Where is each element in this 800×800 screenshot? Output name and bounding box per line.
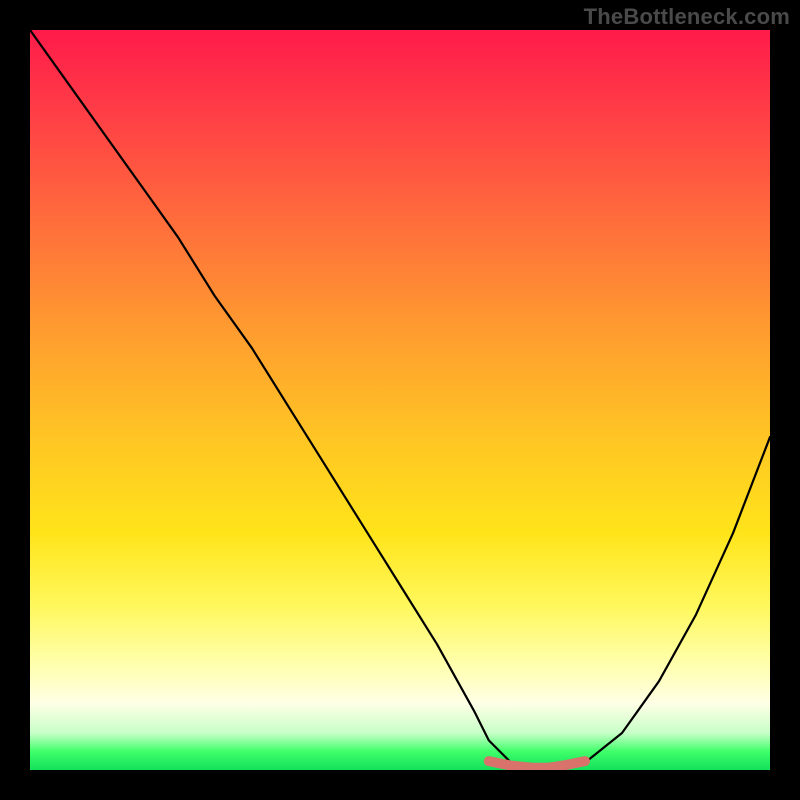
plot-area xyxy=(30,30,770,770)
watermark-text: TheBottleneck.com xyxy=(584,4,790,30)
optimal-range-marker xyxy=(489,761,585,768)
curve-layer xyxy=(30,30,770,770)
bottleneck-curve xyxy=(30,30,770,770)
chart-frame: TheBottleneck.com xyxy=(0,0,800,800)
